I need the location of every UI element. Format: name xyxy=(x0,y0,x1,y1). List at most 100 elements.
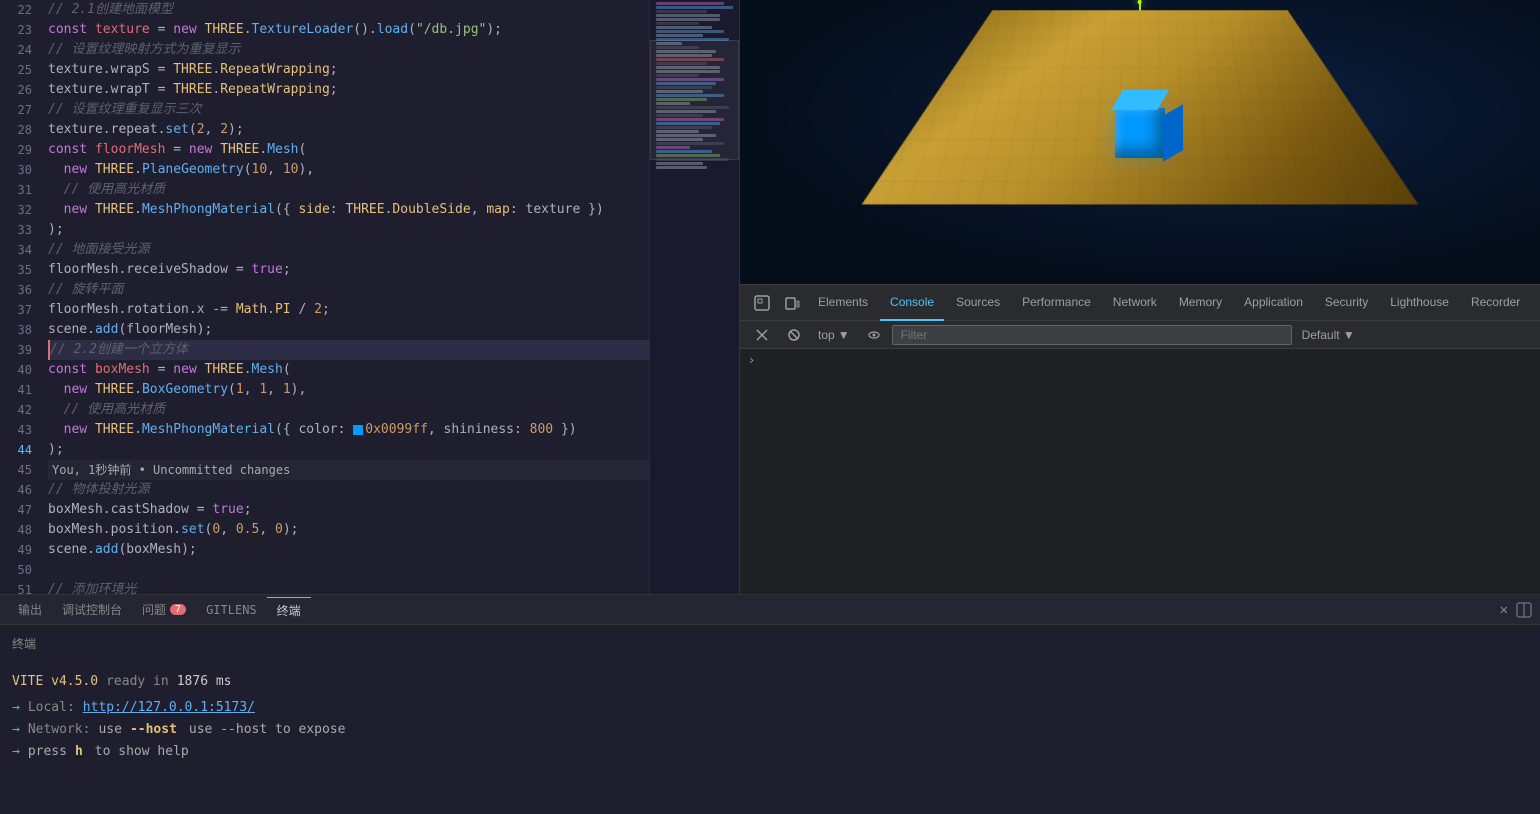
devtools-toolbar: top ▼ Default ▼ xyxy=(740,321,1540,349)
tab-recorder[interactable]: Recorder xyxy=(1461,285,1530,321)
code-line-48: scene.add(boxMesh); xyxy=(48,540,649,560)
code-line-46: boxMesh.castShadow = true; xyxy=(48,500,649,520)
log-level-selector[interactable]: Default ▼ xyxy=(1296,326,1361,344)
code-line-49 xyxy=(48,560,649,580)
minimap-content xyxy=(650,0,739,594)
blue-cube-3d xyxy=(1115,108,1165,158)
tab-gitlens[interactable]: GITLENS xyxy=(196,599,267,621)
tab-lighthouse[interactable]: Lighthouse xyxy=(1380,285,1459,321)
code-line-30: new THREE.PlaneGeometry(10, 10), xyxy=(48,160,649,180)
code-line-36: // 旋转平面 xyxy=(48,280,649,300)
code-line-39: // 2.2创建一个立方体 xyxy=(48,340,649,360)
panel-close-button[interactable]: ✕ xyxy=(1500,602,1508,618)
code-line-40: const boxMesh = new THREE.Mesh( xyxy=(48,360,649,380)
code-line-28: texture.repeat.set(2, 2); xyxy=(48,120,649,140)
code-line-50: // 添加环境光 xyxy=(48,580,649,594)
code-line-43: new THREE.MeshPhongMaterial({ color: 0x0… xyxy=(48,420,649,440)
tab-problems[interactable]: 问题 7 xyxy=(132,597,196,622)
minimap xyxy=(649,0,739,594)
code-line-41: new THREE.BoxGeometry(1, 1, 1), xyxy=(48,380,649,400)
code-line-47: boxMesh.position.set(0, 0.5, 0); xyxy=(48,520,649,540)
context-dropdown-icon: ▼ xyxy=(838,328,850,342)
code-line-37: floorMesh.rotation.x -= Math.PI / 2; xyxy=(48,300,649,320)
code-line-45: // 物体投射光源 xyxy=(48,480,649,500)
tab-debug-console[interactable]: 调试控制台 xyxy=(52,597,132,622)
scene-3d xyxy=(740,0,1540,284)
console-filter-input[interactable] xyxy=(892,325,1292,345)
code-line-24: // 设置纹理映射方式为重复显示 xyxy=(48,40,649,60)
network-label: Network: xyxy=(28,719,91,741)
code-line-22: // 2.1创建地面模型 xyxy=(48,0,649,20)
terminal-content: 终端 VITE v4.5.0 ready in 1876 ms → Local:… xyxy=(0,625,1540,814)
tab-console[interactable]: Console xyxy=(880,285,944,321)
code-line-32: new THREE.MeshPhongMaterial({ side: THRE… xyxy=(48,200,649,220)
tab-application[interactable]: Application xyxy=(1234,285,1313,321)
code-line-34: // 地面接受光源 xyxy=(48,240,649,260)
device-toolbar-icon[interactable] xyxy=(778,289,806,317)
problems-tab-label: 问题 xyxy=(142,601,166,618)
h-key: h xyxy=(75,741,83,763)
tab-memory[interactable]: Memory xyxy=(1169,285,1232,321)
code-line-38: scene.add(floorMesh); xyxy=(48,320,649,340)
code-line-35: floorMesh.receiveShadow = true; xyxy=(48,260,649,280)
network-host-flag: --host xyxy=(130,719,177,741)
eye-icon[interactable] xyxy=(860,321,888,349)
press-text: press xyxy=(28,741,67,763)
tab-elements[interactable]: Elements xyxy=(808,285,878,321)
light-dot xyxy=(1138,0,1142,4)
network-expose-text: use --host to expose xyxy=(189,719,346,741)
browser-panel: Elements Console Sources Performance Net… xyxy=(740,0,1540,594)
devtools-content: › xyxy=(740,349,1540,594)
code-line-29: const floorMesh = new THREE.Mesh( xyxy=(48,140,649,160)
tab-security[interactable]: Security xyxy=(1315,285,1378,321)
tab-output[interactable]: 输出 xyxy=(8,597,52,622)
vite-time: 1876 ms xyxy=(177,671,232,693)
bottom-panel: 输出 调试控制台 问题 7 GITLENS 终端 ✕ 终端 VITE v4.5.… xyxy=(0,594,1540,814)
code-line-33: ); xyxy=(48,220,649,240)
terminal-title: 终端 xyxy=(12,633,1528,655)
clear-console-icon[interactable] xyxy=(748,321,776,349)
network-arrow-icon: → xyxy=(12,719,20,741)
vite-ready-line: VITE v4.5.0 ready in 1876 ms xyxy=(12,671,1528,693)
context-selector[interactable]: top ▼ xyxy=(812,326,856,344)
gitlens-tab-label: GITLENS xyxy=(206,603,257,617)
code-line-44-git: You, 1秒钟前 • Uncommitted changes xyxy=(48,460,649,480)
code-line-25: texture.wrapS = THREE.RepeatWrapping; xyxy=(48,60,649,80)
code-line-44: ); xyxy=(48,440,649,460)
main-area: 22 23 24 25 26 27 28 29 30 31 32 33 34 3… xyxy=(0,0,1540,594)
inspect-element-icon[interactable] xyxy=(748,289,776,317)
line-numbers: 22 23 24 25 26 27 28 29 30 31 32 33 34 3… xyxy=(0,0,40,594)
context-label: top xyxy=(818,328,835,342)
split-terminal-icon[interactable] xyxy=(1516,602,1532,618)
code-line-26: texture.wrapT = THREE.RepeatWrapping; xyxy=(48,80,649,100)
local-url-line: → Local: http://127.0.0.1:5173/ xyxy=(12,697,1528,719)
code-lines: 22 23 24 25 26 27 28 29 30 31 32 33 34 3… xyxy=(0,0,739,594)
help-hint-line: → press h to show help xyxy=(12,741,1528,763)
bottom-tabs: 输出 调试控制台 问题 7 GITLENS 终端 ✕ xyxy=(0,595,1540,625)
local-label: Local: xyxy=(28,697,75,719)
help-text: to show help xyxy=(95,741,189,763)
code-content[interactable]: // 2.1创建地面模型 const texture = new THREE.T… xyxy=(40,0,649,594)
vite-version-label: VITE v4.5.0 xyxy=(12,671,98,693)
output-tab-label: 输出 xyxy=(18,601,42,618)
local-url-link[interactable]: http://127.0.0.1:5173/ xyxy=(83,697,255,719)
terminal-title-label: 终端 xyxy=(12,637,36,651)
console-expand-arrow[interactable]: › xyxy=(748,353,1532,367)
devtools-tabs: Elements Console Sources Performance Net… xyxy=(740,285,1540,321)
devtools-panel: Elements Console Sources Performance Net… xyxy=(740,284,1540,594)
tab-terminal[interactable]: 终端 xyxy=(267,597,311,623)
help-arrow-icon: → xyxy=(12,741,20,763)
code-line-42: // 使用高光材质 xyxy=(48,400,649,420)
dont-preserve-log-icon[interactable] xyxy=(780,321,808,349)
local-arrow-icon: → xyxy=(12,697,20,719)
debug-console-tab-label: 调试控制台 xyxy=(62,601,122,618)
problems-badge: 7 xyxy=(170,604,186,615)
vite-ready-text: ready in xyxy=(106,671,169,693)
browser-viewport xyxy=(740,0,1540,284)
network-use-text: use xyxy=(98,719,121,741)
tab-performance[interactable]: Performance xyxy=(1012,285,1101,321)
tab-network[interactable]: Network xyxy=(1103,285,1167,321)
tab-sources[interactable]: Sources xyxy=(946,285,1010,321)
code-line-31: // 使用高光材质 xyxy=(48,180,649,200)
terminal-tab-label: 终端 xyxy=(277,602,301,619)
